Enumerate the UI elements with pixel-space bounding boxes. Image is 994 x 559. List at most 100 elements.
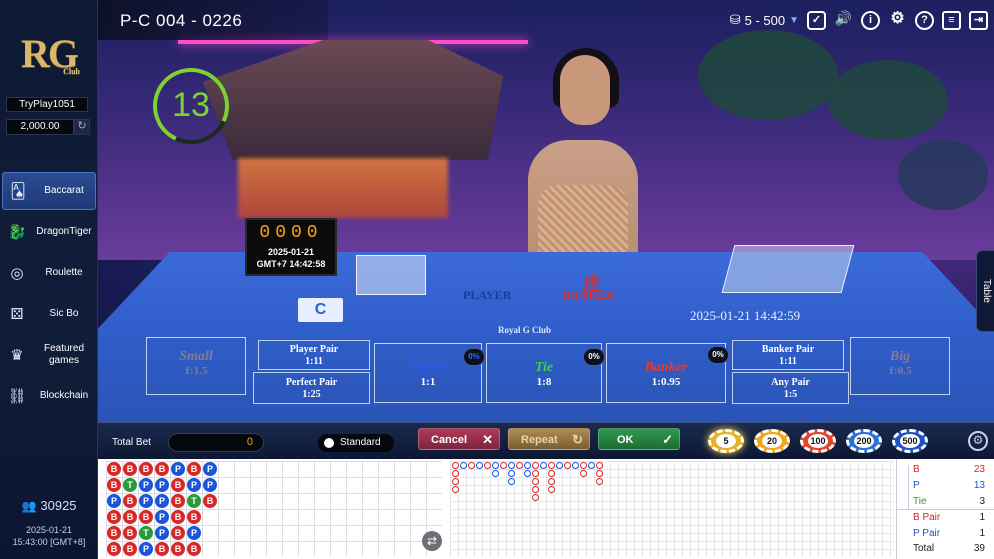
big-road-marker <box>452 470 459 477</box>
chip-100[interactable]: 100 <box>800 429 836 453</box>
big-road-marker <box>596 462 603 469</box>
big-road-marker <box>556 462 563 469</box>
bead-road-cell: B <box>123 526 137 540</box>
bead-road-cell: B <box>155 462 169 476</box>
bet-any-pair[interactable]: Any Pair 1:5 <box>732 372 849 404</box>
stat-player-pair: P Pair 1 <box>913 528 985 539</box>
sidebar-item-blockchain[interactable]: ⛓ Blockchain <box>2 377 96 415</box>
bead-road-cell: P <box>155 526 169 540</box>
bet-banker-pair[interactable]: Banker Pair 1:11 <box>732 340 844 370</box>
big-road-marker <box>548 486 555 493</box>
sidebar-item-roulette[interactable]: ◎ Roulette <box>2 254 96 292</box>
stat-banker: B 23 <box>913 464 985 475</box>
bead-road-cell: B <box>171 542 185 556</box>
cards-icon: 🂡 <box>10 183 26 200</box>
bead-road-cell: P <box>139 494 153 508</box>
big-road-marker <box>564 462 571 469</box>
exit-icon[interactable]: ⇥ <box>969 10 988 30</box>
help-icon[interactable]: ? <box>915 10 934 30</box>
stat-player: P 13 <box>913 480 985 491</box>
bead-road-cell: P <box>155 510 169 524</box>
bead-road-cell: P <box>155 494 169 508</box>
bet-small[interactable]: Small 1:1.5 <box>146 337 246 395</box>
banker-pct-badge: 0% <box>707 346 729 364</box>
balance-value: 2,000.00 <box>6 119 74 135</box>
sound-icon[interactable]: 🔊 <box>834 10 853 30</box>
sidebar-item-baccarat[interactable]: 🂡 Baccarat <box>2 172 96 210</box>
dragon-icon: 🐉 <box>7 224 27 241</box>
stat-banker-pair: B Pair 1 <box>913 512 985 523</box>
bet-limit-select[interactable]: ⛁ 5 - 500 ▼ <box>730 12 799 28</box>
bead-road-cell: B <box>139 510 153 524</box>
big-road <box>450 461 894 557</box>
stat-tie: Tie 3 <box>913 496 985 507</box>
bead-road-cell: B <box>123 542 137 556</box>
swap-road-icon[interactable]: ⇄ <box>422 531 442 551</box>
chevron-down-icon: ▼ <box>789 14 799 26</box>
ok-button[interactable]: OK ✓ <box>598 428 680 450</box>
bet-perfect-pair[interactable]: Perfect Pair 1:25 <box>253 372 370 404</box>
check-icon: ✓ <box>662 432 673 447</box>
bead-road <box>106 461 442 557</box>
stat-total: Total 39 <box>913 543 985 554</box>
standard-mode-toggle[interactable]: Standard <box>318 434 394 452</box>
big-road-marker <box>452 478 459 485</box>
bet-banker[interactable]: Banker 1:0.95 0% <box>606 343 729 403</box>
chip-500[interactable]: 500 <box>892 429 928 453</box>
bead-road-cell: P <box>155 478 169 492</box>
bead-road-cell: B <box>123 510 137 524</box>
refresh-balance-icon[interactable]: ↻ <box>74 119 90 135</box>
big-road-marker <box>532 478 539 485</box>
chip-20[interactable]: 20 <box>754 429 790 453</box>
bead-road-cell: P <box>203 478 217 492</box>
bet-tie[interactable]: Tie 1:8 0% <box>486 343 605 403</box>
discard-box <box>356 255 426 295</box>
big-road-marker <box>508 478 515 485</box>
bet-player[interactable]: Player 1:1 0% <box>374 343 485 403</box>
bead-road-cell: B <box>171 510 185 524</box>
balance-box: 2,000.00 ↻ <box>6 119 90 135</box>
big-road-marker <box>596 470 603 477</box>
roulette-icon: ◎ <box>10 265 24 282</box>
big-road-marker <box>484 462 491 469</box>
card-shoe <box>721 245 855 293</box>
road-map: BBBBPBPBTPPBPPPBPPBTBBBBPBBBBTPBPBBPBBB … <box>98 459 994 559</box>
bead-road-cell: P <box>203 462 217 476</box>
big-road-marker <box>516 462 523 469</box>
sidebar-item-featured-games[interactable]: ♛ Featured games <box>2 336 96 374</box>
big-road-marker <box>460 462 467 469</box>
repeat-button[interactable]: Repeat ↻ <box>508 428 590 450</box>
bead-road-cell: P <box>171 462 185 476</box>
bead-road-cell: B <box>171 478 185 492</box>
tie-pct-badge: 0% <box>583 348 605 366</box>
cut-card: C <box>298 298 343 322</box>
sidebar-item-sicbo[interactable]: ⚄ Sic Bo <box>2 295 96 333</box>
table-panel-tab[interactable]: Table <box>976 250 994 332</box>
big-road-marker <box>476 462 483 469</box>
bead-road-cell: B <box>107 526 121 540</box>
gear-icon[interactable]: ⚙ <box>888 10 907 30</box>
big-road-marker <box>452 462 459 469</box>
chip-200[interactable]: 200 <box>846 429 882 453</box>
table-id: P-C 004 - 0226 <box>98 0 328 40</box>
bet-big[interactable]: Big 1:0.5 <box>850 337 950 395</box>
info-icon[interactable]: i <box>861 10 880 30</box>
history-icon[interactable]: ≡ <box>942 10 961 30</box>
brand-logo: RG Club <box>21 31 80 77</box>
bead-road-cell: T <box>123 478 137 492</box>
chip-settings-icon[interactable]: ⚙ <box>968 431 988 451</box>
felt-logo: Royal G Club <box>498 325 552 335</box>
big-road-marker <box>532 470 539 477</box>
bead-road-cell: P <box>139 542 153 556</box>
radio-icon <box>324 438 334 448</box>
big-road-marker <box>548 462 555 469</box>
big-road-marker <box>508 470 515 477</box>
bet-player-pair[interactable]: Player Pair 1:11 <box>258 340 370 370</box>
shield-icon[interactable]: ✓ <box>807 10 826 30</box>
sidebar-item-dragontiger[interactable]: 🐉 DragonTiger <box>2 213 96 251</box>
sidebar: RG Club TryPlay1051 2,000.00 ↻ 🂡 Baccarat … <box>0 0 98 559</box>
dice-icon: ⚄ <box>10 306 24 323</box>
cancel-button[interactable]: Cancel ✕ <box>418 428 500 450</box>
sidebar-clock: 2025-01-21 15:43:00 [GMT+8] <box>0 524 98 548</box>
chip-5[interactable]: 5 <box>708 429 744 453</box>
